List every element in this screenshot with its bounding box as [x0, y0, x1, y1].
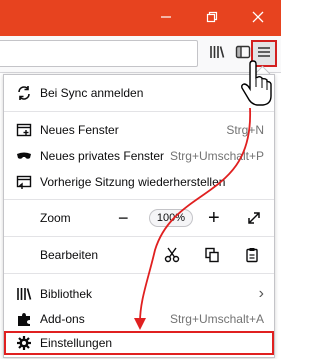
private-window-label: Neues privates Fenster [40, 149, 165, 163]
library-icon [209, 45, 225, 62]
restore-icon [206, 11, 218, 26]
menu-item-library[interactable]: Bibliothek › [4, 283, 274, 305]
copy-icon[interactable] [204, 247, 220, 266]
fullscreen-icon[interactable] [246, 210, 262, 229]
navigation-toolbar [0, 36, 281, 73]
separator [4, 236, 274, 237]
edit-label: Bearbeiten [40, 248, 99, 262]
zoom-label: Zoom [40, 211, 71, 225]
close-button[interactable] [235, 0, 281, 36]
hamburger-menu-icon [257, 46, 271, 61]
addons-shortcut: Strg+Umschalt+A [169, 312, 264, 326]
minimize-button[interactable] [143, 0, 189, 36]
edit-row: Bearbeiten [4, 243, 274, 267]
separator [4, 199, 274, 200]
private-mask-icon [16, 148, 32, 164]
restore-session-label: Vorherige Sitzung wiederherstellen [40, 175, 226, 189]
menu-item-addons[interactable]: Add-ons Strg+Umschalt+A [4, 308, 274, 330]
new-window-shortcut: Strg+N [226, 123, 264, 137]
zoom-out-button[interactable]: − [118, 208, 129, 229]
separator [4, 111, 274, 112]
menu-item-private-window[interactable]: Neues privates Fenster Strg+Umschalt+P [4, 145, 274, 167]
zoom-in-button[interactable]: + [208, 207, 220, 230]
library-icon [16, 286, 32, 302]
zoom-value: 100% [156, 212, 186, 224]
url-bar[interactable] [0, 40, 198, 67]
zoom-reset-button[interactable]: 100% [149, 209, 193, 227]
close-icon [252, 11, 264, 26]
restore-session-icon [16, 174, 32, 190]
library-label: Bibliothek [40, 287, 93, 301]
settings-label: Einstellungen [40, 336, 113, 350]
menu-item-sync[interactable]: Bei Sync anmelden [4, 81, 274, 105]
sidebar-icon [235, 45, 251, 62]
library-button[interactable] [204, 40, 230, 67]
new-window-icon [16, 122, 32, 138]
sync-icon [16, 85, 32, 101]
restore-button[interactable] [189, 0, 235, 36]
addons-label: Add-ons [40, 312, 85, 326]
open-menu-button[interactable] [251, 40, 277, 67]
menu-item-new-window[interactable]: Neues Fenster Strg+N [4, 119, 274, 141]
private-window-shortcut: Strg+Umschalt+P [169, 149, 264, 163]
sync-label: Bei Sync anmelden [40, 86, 144, 100]
scissors-icon[interactable] [164, 247, 180, 266]
menu-item-restore-session[interactable]: Vorherige Sitzung wiederherstellen [4, 171, 274, 193]
paste-icon[interactable] [244, 247, 260, 266]
menu-item-settings[interactable]: Einstellungen [4, 331, 274, 355]
gear-icon [16, 335, 32, 351]
chevron-right-icon: › [258, 285, 264, 302]
puzzle-icon [16, 311, 32, 327]
zoom-row: Zoom − 100% + [4, 206, 274, 230]
separator [4, 273, 274, 274]
app-menu-panel: Bei Sync anmelden Neues Fenster Strg+N N… [3, 74, 275, 358]
new-window-label: Neues Fenster [40, 123, 119, 137]
minimize-icon [160, 11, 172, 26]
title-bar [0, 0, 281, 36]
